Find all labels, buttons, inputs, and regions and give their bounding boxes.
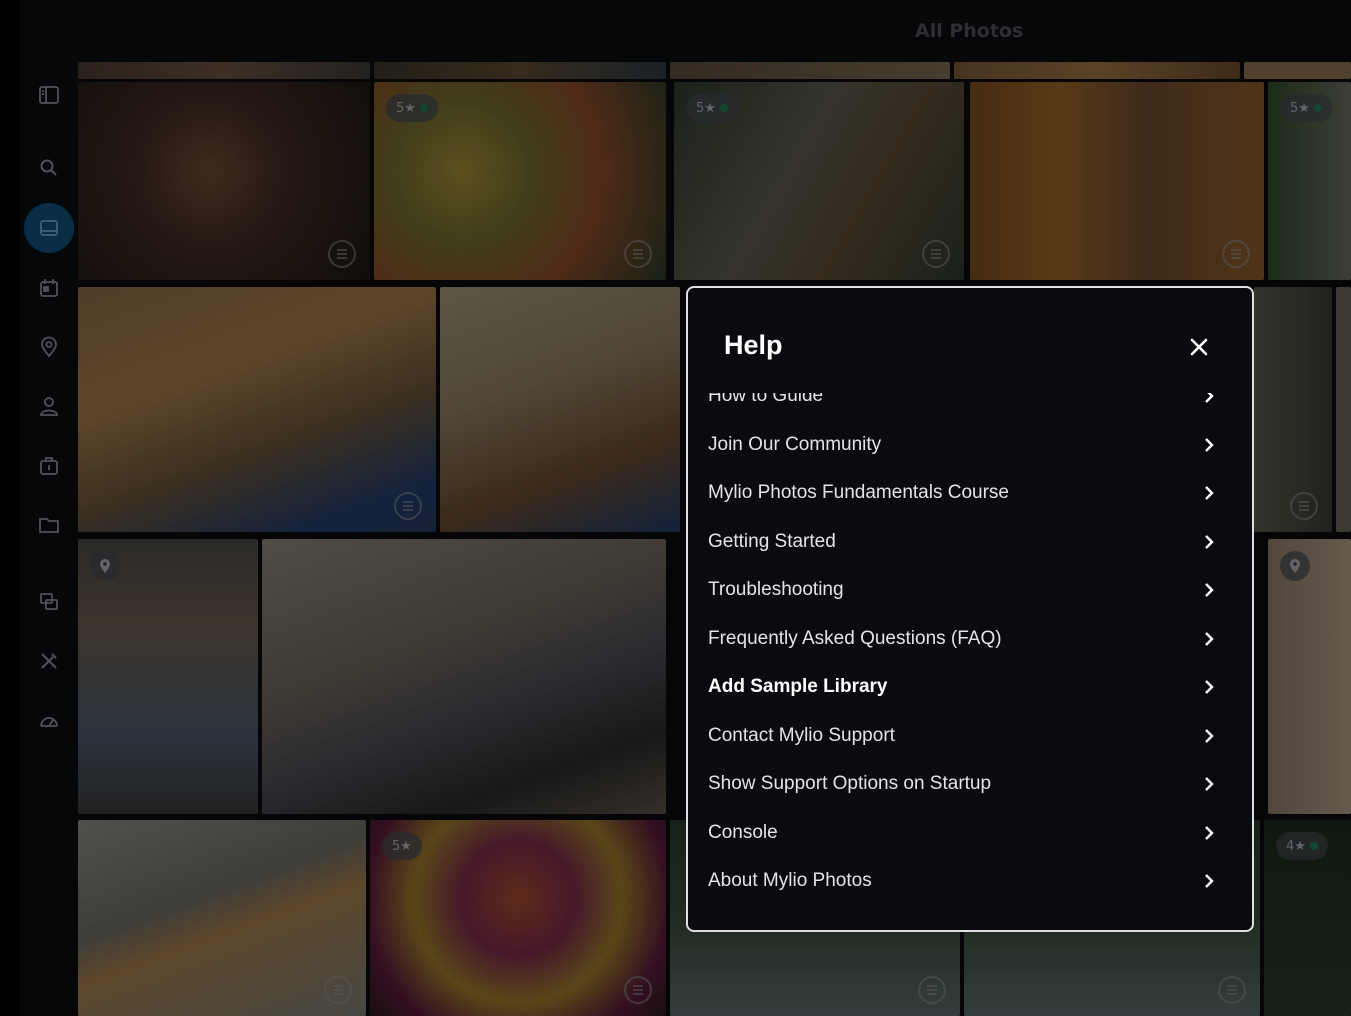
help-item-getting-started[interactable]: Getting Started [708, 518, 1238, 566]
help-item-faq[interactable]: Frequently Asked Questions (FAQ) [708, 615, 1238, 663]
help-menu-list[interactable]: How to Guide Join Our Community Mylio Ph… [688, 393, 1252, 930]
chevron-right-icon [1205, 874, 1214, 888]
chevron-right-icon [1205, 393, 1214, 403]
help-item-add-sample-library[interactable]: Add Sample Library [708, 663, 1238, 711]
chevron-right-icon [1205, 632, 1214, 646]
help-item-about[interactable]: About Mylio Photos [708, 857, 1238, 905]
chevron-right-icon [1205, 777, 1214, 791]
help-item-troubleshooting[interactable]: Troubleshooting [708, 566, 1238, 614]
chevron-right-icon [1205, 729, 1214, 743]
chevron-right-icon [1205, 535, 1214, 549]
help-item-fundamentals-course[interactable]: Mylio Photos Fundamentals Course [708, 469, 1238, 517]
help-item-support-options-startup[interactable]: Show Support Options on Startup [708, 760, 1238, 808]
help-item-join-community[interactable]: Join Our Community [708, 421, 1238, 469]
help-item-how-to-guide[interactable]: How to Guide [708, 393, 1238, 420]
chevron-right-icon [1205, 438, 1214, 452]
close-icon [1190, 338, 1208, 356]
chevron-right-icon [1205, 486, 1214, 500]
close-button[interactable] [1184, 332, 1214, 362]
chevron-right-icon [1205, 583, 1214, 597]
chevron-right-icon [1205, 826, 1214, 840]
help-title: Help [724, 330, 783, 360]
chevron-right-icon [1205, 680, 1214, 694]
help-dialog: Help How to Guide Join Our Community Myl… [686, 286, 1254, 932]
help-item-console[interactable]: Console [708, 809, 1238, 857]
help-item-contact-support[interactable]: Contact Mylio Support [708, 712, 1238, 760]
